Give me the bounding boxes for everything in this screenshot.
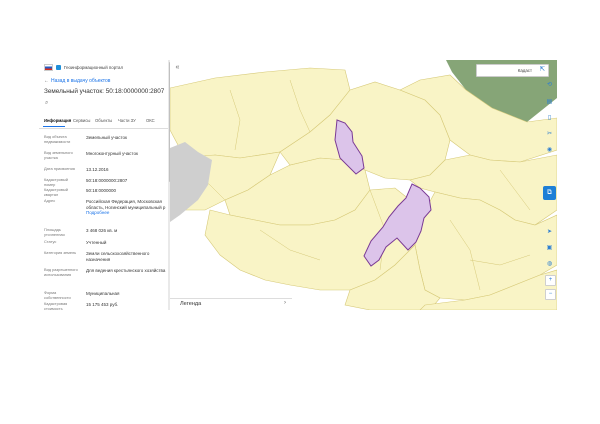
map-canvas[interactable] [170,60,557,310]
info-label: Кадастровая стоимость [44,301,68,310]
address-text: Российская Федерация, Московская область… [86,199,166,210]
image-icon[interactable]: ▣ [545,244,554,253]
tab-parts[interactable]: Части ЗУ [118,118,136,123]
legend-bar[interactable]: Легенда › [170,298,292,310]
map-search-input[interactable] [480,66,532,74]
info-label: Статус [44,239,57,244]
app-window: Геоинформационный портал ← Назад в выдачу… [39,60,557,310]
search-icon[interactable]: ⌕ [45,100,48,107]
info-value: 13.12.2016 [86,167,109,172]
active-tab-indicator [43,126,65,128]
zoom-out-icon[interactable]: − [545,289,556,300]
back-link[interactable]: ← Назад в выдачу объектов [44,78,110,84]
info-label: Адрес [44,198,56,203]
chevron-right-icon[interactable]: › [284,300,286,306]
arrow-left-icon: ← [44,78,49,84]
info-value: Земельный участок [86,135,127,140]
back-link-label: Назад в выдачу объектов [51,78,111,84]
zoom-in-icon[interactable]: + [545,275,556,286]
info-value: Учтенный [86,240,107,245]
ruler-icon[interactable]: ▤ [545,98,554,107]
info-label: Кадастровый квартал [44,187,68,197]
info-label: Вид земельного участка [44,150,73,160]
info-value: Многоконтурный участок [86,151,138,156]
info-label: Дата присвоения [44,166,75,171]
layers-icon[interactable]: ⟲ [545,81,554,90]
legend-label: Легенда [180,301,202,307]
info-value: Муниципальная [86,291,120,296]
portal-header: Геоинформационный портал [44,64,123,71]
info-value: 50:18:0000000 [86,188,117,193]
info-value: 3 468 026 кв. м [86,228,118,233]
info-value: Земли сельскохозяйственного назначения [86,251,150,262]
map-mode-icon: ⧉ [547,189,552,196]
map-mode-button[interactable]: ⧉ [543,186,556,200]
map-view[interactable]: « ⇱ ⟲ ▤ ▯ ✂ ◉ ⧉ ➤ ▣ ◍ + − ≡ Легенда › [170,60,557,310]
info-value: 15 175 453 руб. [86,302,119,307]
portal-name: Геоинформационный портал [64,65,124,70]
info-panel: Геоинформационный портал ← Назад в выдачу… [39,60,170,310]
location-icon[interactable]: ➤ [545,228,554,237]
page-title: Земельный участок: 50:18:0000000:2807 [44,88,165,95]
tab-info[interactable]: Информация [44,118,71,123]
scissors-icon[interactable]: ✂ [545,130,554,139]
logo-icon [56,65,61,70]
tab-bar: Информация Сервисы Объекты Части ЗУ ОКС [39,116,170,129]
globe-icon[interactable]: ◉ [545,146,554,155]
info-value: Для ведения крестьянского хозяйства [86,268,166,273]
tab-objects[interactable]: Объекты [95,118,112,123]
info-label: Вид объекта недвижимости [44,134,71,144]
tab-oks[interactable]: ОКС [146,118,155,123]
info-icon[interactable]: ◍ [545,260,554,269]
info-label: Категория земель [44,250,77,255]
info-label: Форма собственности [44,290,71,300]
info-label: Площадь уточненная [44,227,65,237]
info-label: Вид разрешенного использования [44,267,78,277]
info-value: Российская Федерация, Московская область… [86,199,166,216]
details-link[interactable]: Подробнее [86,210,109,215]
info-value: 50:18:0000000:2807 [86,178,128,183]
chevron-left-icon[interactable]: « [173,63,182,72]
map-search[interactable]: ⇱ [476,64,549,77]
tab-services[interactable]: Сервисы [73,118,90,123]
document-icon[interactable]: ▯ [545,114,554,123]
close-icon[interactable]: ⇱ [540,65,545,75]
flag-icon [44,64,53,71]
